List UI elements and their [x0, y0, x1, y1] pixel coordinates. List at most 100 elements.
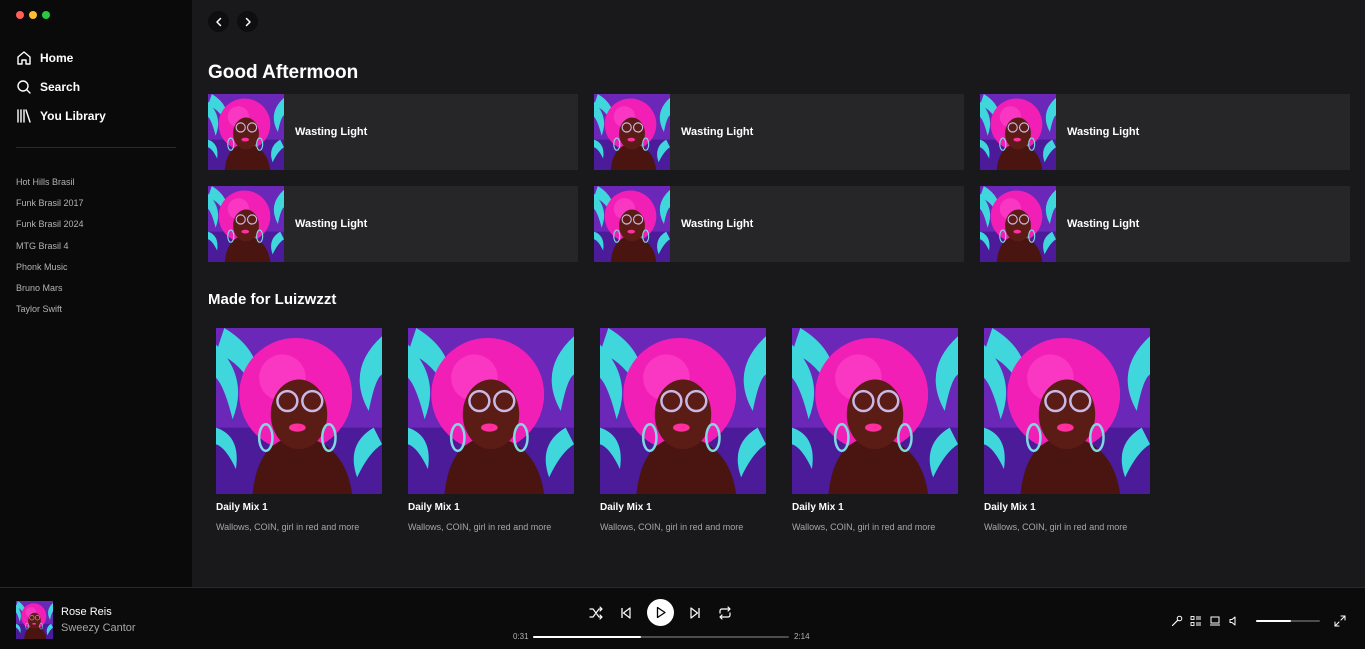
quick-pick-card[interactable]: Wasting Light	[208, 186, 578, 262]
repeat-icon	[719, 605, 731, 620]
chevron-left-icon	[215, 17, 221, 26]
play-button[interactable]	[647, 599, 674, 626]
back-button[interactable]	[208, 11, 229, 32]
minimize-window-button[interactable]	[29, 11, 37, 19]
history-nav	[208, 11, 258, 32]
play-icon	[656, 606, 666, 619]
chevron-right-icon	[245, 17, 251, 26]
now-playing-title[interactable]: Rose Reis	[61, 606, 112, 618]
mix-row: Daily Mix 1 Wallows, COIN, girl in red a…	[216, 328, 1150, 532]
playlist-item[interactable]: Phonk Music	[16, 257, 84, 278]
total-time: 2:14	[794, 632, 810, 641]
mix-title: Daily Mix 1	[984, 502, 1036, 513]
now-playing-artist[interactable]: Sweezy Cantor	[61, 622, 136, 634]
repeat-button[interactable]	[716, 604, 734, 622]
playback-controls	[587, 599, 734, 626]
quick-pick-title: Wasting Light	[1067, 218, 1140, 230]
section-title: Made for Luizwzzt	[208, 291, 337, 308]
progress-bar[interactable]	[533, 636, 789, 638]
album-cover	[980, 94, 1056, 170]
microphone-button[interactable]	[1170, 614, 1184, 628]
fullscreen-icon	[1334, 615, 1346, 627]
volume-slider[interactable]	[1256, 620, 1320, 622]
sidebar-divider	[16, 147, 176, 148]
album-cover	[208, 186, 284, 262]
mix-title: Daily Mix 1	[792, 502, 844, 513]
mix-subtitle: Wallows, COIN, girl in red and more	[600, 522, 744, 532]
mix-title: Daily Mix 1	[216, 502, 268, 513]
quick-pick-card[interactable]: Wasting Light	[594, 186, 964, 262]
mix-cover	[216, 328, 382, 494]
quick-pick-title: Wasting Light	[681, 126, 754, 138]
mix-subtitle: Wallows, COIN, girl in red and more	[984, 522, 1128, 532]
mix-card[interactable]: Daily Mix 1 Wallows, COIN, girl in red a…	[408, 328, 574, 532]
album-cover	[594, 186, 670, 262]
mix-title: Daily Mix 1	[600, 502, 652, 513]
device-icon	[1210, 616, 1220, 626]
quick-picks-grid: Wasting Light Wasting Light Wasting Ligh…	[208, 94, 1350, 262]
progress-fill	[533, 636, 641, 638]
sidebar-nav: Home Search You Library	[16, 43, 106, 130]
quick-pick-title: Wasting Light	[295, 218, 368, 230]
skip-forward-icon	[690, 606, 700, 619]
volume-button[interactable]	[1227, 614, 1241, 628]
extra-controls	[1170, 614, 1347, 628]
quick-pick-card[interactable]: Wasting Light	[208, 94, 578, 170]
devices-button[interactable]	[1208, 614, 1222, 628]
album-cover	[980, 186, 1056, 262]
playlist-item[interactable]: Bruno Mars	[16, 278, 84, 299]
quick-pick-title: Wasting Light	[295, 126, 368, 138]
album-cover	[594, 94, 670, 170]
mix-title: Daily Mix 1	[408, 502, 460, 513]
skip-back-icon	[621, 606, 631, 619]
close-window-button[interactable]	[16, 11, 24, 19]
mix-card[interactable]: Daily Mix 1 Wallows, COIN, girl in red a…	[216, 328, 382, 532]
previous-button[interactable]	[617, 604, 635, 622]
quick-pick-title: Wasting Light	[681, 218, 754, 230]
main-content: Good Aftermoon Wasting Light Wasting Lig…	[192, 0, 1365, 587]
nav-library[interactable]: You Library	[16, 101, 106, 130]
library-icon	[17, 108, 31, 123]
nav-search[interactable]: Search	[16, 72, 106, 101]
search-icon	[17, 79, 31, 94]
mix-card[interactable]: Daily Mix 1 Wallows, COIN, girl in red a…	[792, 328, 958, 532]
mix-card[interactable]: Daily Mix 1 Wallows, COIN, girl in red a…	[984, 328, 1150, 532]
shuffle-icon	[589, 605, 603, 620]
shuffle-button[interactable]	[587, 604, 605, 622]
nav-search-label: Search	[40, 79, 81, 94]
quick-pick-title: Wasting Light	[1067, 126, 1140, 138]
player-bar: Rose Reis Sweezy Cantor 0:31 2:14	[0, 587, 1365, 649]
album-cover	[208, 94, 284, 170]
forward-button[interactable]	[237, 11, 258, 32]
volume-icon	[1229, 616, 1236, 626]
window-controls	[16, 11, 50, 19]
quick-pick-card[interactable]: Wasting Light	[980, 186, 1350, 262]
queue-button[interactable]	[1189, 614, 1203, 628]
playlist-list: Hot Hills Brasil Funk Brasil 2017 Funk B…	[16, 172, 84, 320]
sidebar: Home Search You Library Hot Hills Brasil…	[0, 0, 192, 587]
maximize-window-button[interactable]	[42, 11, 50, 19]
queue-icon	[1190, 616, 1201, 626]
mix-subtitle: Wallows, COIN, girl in red and more	[408, 522, 552, 532]
quick-pick-card[interactable]: Wasting Light	[594, 94, 964, 170]
playlist-item[interactable]: Funk Brasil 2017	[16, 193, 84, 214]
nav-home-label: Home	[40, 50, 74, 65]
mix-subtitle: Wallows, COIN, girl in red and more	[792, 522, 936, 532]
playlist-item[interactable]: MTG Brasil 4	[16, 236, 84, 257]
quick-pick-card[interactable]: Wasting Light	[980, 94, 1350, 170]
now-playing-cover[interactable]	[16, 601, 53, 639]
mix-subtitle: Wallows, COIN, girl in red and more	[216, 522, 360, 532]
fullscreen-button[interactable]	[1333, 614, 1347, 628]
playlist-item[interactable]: Funk Brasil 2024	[16, 214, 84, 235]
mix-cover	[792, 328, 958, 494]
nav-home[interactable]: Home	[16, 43, 106, 72]
playlist-item[interactable]: Hot Hills Brasil	[16, 172, 84, 193]
playlist-item[interactable]: Taylor Swift	[16, 299, 84, 320]
microphone-icon	[1171, 615, 1183, 627]
progress: 0:31 2:14	[513, 632, 813, 644]
mix-card[interactable]: Daily Mix 1 Wallows, COIN, girl in red a…	[600, 328, 766, 532]
volume-fill	[1256, 620, 1292, 622]
nav-library-label: You Library	[40, 108, 106, 123]
next-button[interactable]	[686, 604, 704, 622]
greeting-title: Good Aftermoon	[208, 62, 359, 83]
